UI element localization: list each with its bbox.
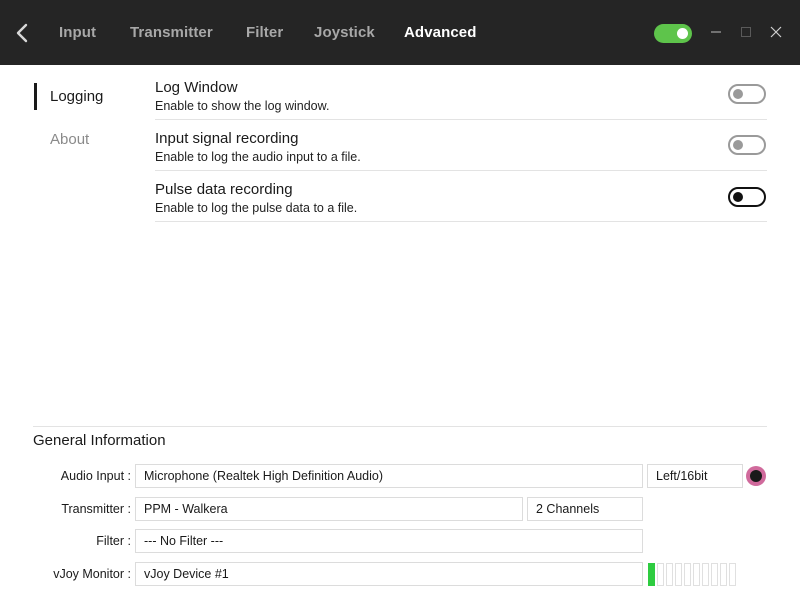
vjoy-monitor-label: vJoy Monitor : [53,567,131,581]
toggle-knob [733,192,743,202]
setting-input-signal-recording: Input signal recording Enable to log the… [155,120,767,171]
setting-title: Pulse data recording [155,181,293,198]
audio-format-field[interactable]: Left/16bit [647,464,743,488]
setting-description: Enable to show the log window. [155,99,330,113]
vjoy-channel-meter [648,563,736,586]
setting-title: Input signal recording [155,130,299,147]
meter-bar [693,563,700,586]
toggle-knob [677,28,688,39]
meter-bar [729,563,736,586]
filter-label: Filter : [96,534,131,548]
close-icon[interactable] [766,22,786,42]
toggle-knob [733,89,743,99]
general-information-heading: General Information [33,432,166,449]
back-arrow-icon[interactable] [10,20,36,46]
record-button[interactable] [746,466,766,486]
tab-filter[interactable]: Filter [246,24,283,41]
pulse-data-recording-toggle[interactable] [728,187,766,207]
toggle-knob [733,140,743,150]
transmitter-protocol-field[interactable]: PPM - Walkera [135,497,523,521]
setting-title: Log Window [155,79,238,96]
maximize-icon[interactable] [736,22,756,42]
tab-advanced[interactable]: Advanced [404,24,477,41]
setting-pulse-data-recording: Pulse data recording Enable to log the p… [155,171,767,222]
meter-bar [711,563,718,586]
record-dot-icon [750,470,762,482]
sidebar-item-logging[interactable]: Logging [50,88,103,105]
meter-bar [702,563,709,586]
title-bar: Input Transmitter Filter Joystick Advanc… [0,0,800,65]
section-divider [33,426,767,427]
setting-description: Enable to log the audio input to a file. [155,150,361,164]
meter-bar [720,563,727,586]
transmitter-channels-field[interactable]: 2 Channels [527,497,643,521]
meter-bar [657,563,664,586]
setting-description: Enable to log the pulse data to a file. [155,201,358,215]
sidebar-item-about[interactable]: About [50,131,89,148]
audio-input-label: Audio Input : [60,469,131,483]
meter-bar [666,563,673,586]
audio-input-device-field[interactable]: Microphone (Realtek High Definition Audi… [135,464,643,488]
setting-log-window: Log Window Enable to show the log window… [155,69,767,120]
tab-joystick[interactable]: Joystick [314,24,375,41]
meter-bar [675,563,682,586]
meter-bar [684,563,691,586]
minimize-icon[interactable] [706,22,726,42]
filter-field[interactable]: --- No Filter --- [135,529,643,553]
master-enable-toggle[interactable] [654,24,692,43]
tab-input[interactable]: Input [59,24,96,41]
vjoy-device-field[interactable]: vJoy Device #1 [135,562,643,586]
log-window-toggle[interactable] [728,84,766,104]
input-signal-recording-toggle[interactable] [728,135,766,155]
nav-active-indicator [34,83,37,110]
meter-bar [648,563,655,586]
transmitter-label: Transmitter : [61,502,131,516]
tab-transmitter[interactable]: Transmitter [130,24,213,41]
